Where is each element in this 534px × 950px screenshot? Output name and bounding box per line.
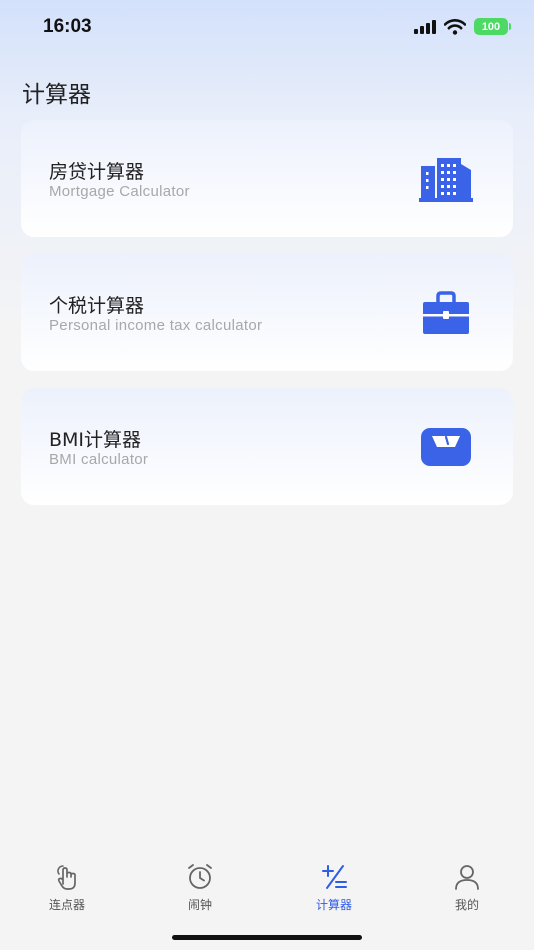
tab-label: 闹钟 xyxy=(187,898,212,912)
mortgage-calculator-card[interactable]: 房贷计算器 Mortgage Calculator xyxy=(21,120,513,237)
tap-hand-icon xyxy=(57,865,76,890)
card-title: 房贷计算器 xyxy=(49,161,145,183)
home-indicator xyxy=(172,935,362,940)
tab-auto-clicker[interactable]: 连点器 xyxy=(22,862,112,918)
tab-calculator[interactable]: 计算器 xyxy=(289,862,379,918)
briefcase-icon xyxy=(423,291,469,334)
building-icon xyxy=(419,158,473,202)
status-icons: 100 xyxy=(414,18,511,35)
tab-label: 连点器 xyxy=(48,898,85,912)
scale-icon xyxy=(421,428,471,466)
page-title: 计算器 xyxy=(22,82,91,108)
card-title: BMI计算器 xyxy=(49,429,142,451)
battery-icon: 100 xyxy=(474,18,511,35)
status-bar: 16:03 100 xyxy=(0,0,534,56)
battery-level: 100 xyxy=(481,20,501,33)
bmi-calculator-card[interactable]: BMI计算器 BMI calculator xyxy=(21,388,513,505)
tab-profile[interactable]: 我的 xyxy=(422,862,512,918)
card-subtitle: Mortgage Calculator xyxy=(49,183,190,200)
card-subtitle: BMI calculator xyxy=(49,451,149,468)
signal-icon xyxy=(414,19,436,34)
card-title: 个税计算器 xyxy=(49,295,145,317)
alarm-clock-icon xyxy=(188,864,212,889)
calculator-icon xyxy=(322,865,347,889)
tab-label: 我的 xyxy=(454,898,479,912)
wifi-icon xyxy=(444,18,466,35)
status-time: 16:03 xyxy=(43,16,92,37)
income-tax-calculator-card[interactable]: 个税计算器 Personal income tax calculator xyxy=(21,254,513,371)
card-subtitle: Personal income tax calculator xyxy=(49,317,263,334)
person-icon xyxy=(455,865,479,890)
tab-label: 计算器 xyxy=(315,898,352,912)
tab-alarm[interactable]: 闹钟 xyxy=(155,862,245,918)
